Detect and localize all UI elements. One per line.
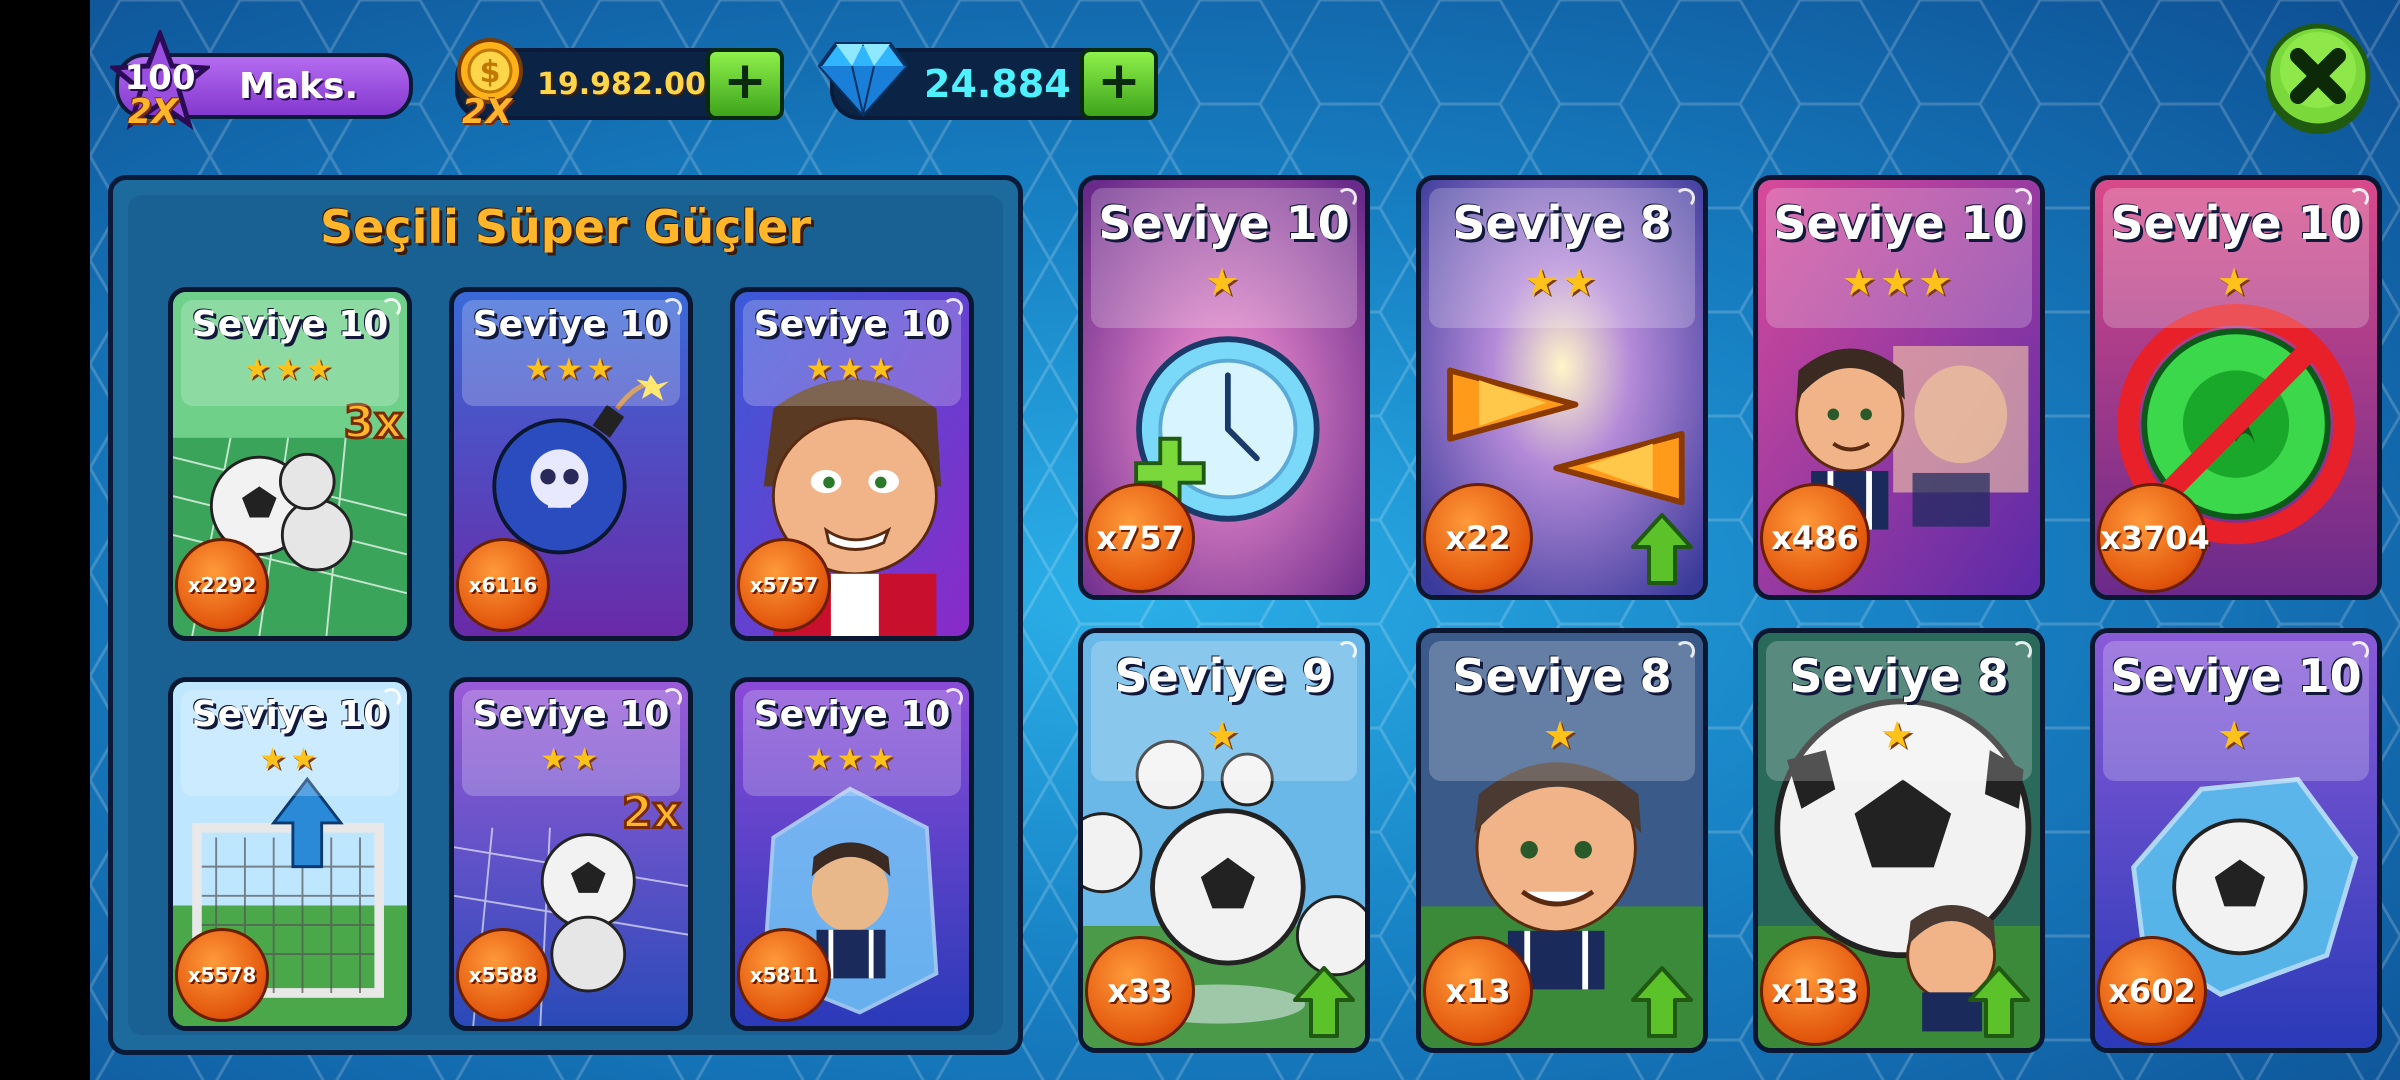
card-level: Seviye 8 [1452,649,1672,703]
coin-multiplier: 2X [462,92,512,132]
star-icon: ★ [2216,713,2256,757]
card-count-badge: x602 [2097,936,2207,1046]
selected-power-card[interactable]: Seviye 10 ★★★ x6116 [449,287,693,641]
card-count-badge: x133 [1760,936,1870,1046]
card-shine [1675,641,1695,661]
card-level: Seviye 10 [1773,196,2025,250]
upgrade-arrow-icon[interactable] [1968,966,2030,1038]
close-button[interactable] [2262,18,2374,138]
power-card[interactable]: Seviye 10 ★★★ x486 [1753,175,2045,600]
power-card[interactable]: Seviye 10 ★ x3704 [2090,175,2382,600]
add-coins-button[interactable]: + [706,48,784,120]
card-level: Seviye 9 [1114,649,1334,703]
star-icon: ★ [1204,260,1244,304]
selected-power-card[interactable]: Seviye 10 ★★ x5578 [168,677,412,1031]
card-count-badge: x5757 [737,538,831,632]
star-icon: ★★★ [805,742,899,777]
gem-balance: 24.884 [924,62,1071,106]
star-icon: ★ [2216,260,2256,304]
card-shine [2012,188,2032,208]
card-level: Seviye 10 [2110,196,2362,250]
star-icon: ★★★ [805,352,899,387]
add-gems-button[interactable]: + [1080,48,1158,120]
upgrade-arrow-icon[interactable] [1293,966,1355,1038]
card-count-badge: x486 [1760,483,1870,593]
card-level: Seviye 10 [1098,196,1350,250]
card-shine [2012,641,2032,661]
card-shine [1337,641,1357,661]
card-count-badge: x3704 [2097,483,2210,593]
power-card[interactable]: Seviye 8 ★ x13 [1416,628,1708,1053]
selected-power-card[interactable]: Seviye 10 ★★★ x5757 [730,287,974,641]
selected-power-card[interactable]: 2x Seviye 10 ★★ x5588 [449,677,693,1031]
plus-icon: + [723,51,767,111]
card-shine [662,298,682,318]
card-level: Seviye 10 [191,694,389,735]
card-shine [662,688,682,708]
selected-power-card[interactable]: 3x Seviye 10 ★★★ x2292 [168,287,412,641]
card-count-badge: x13 [1423,936,1533,1046]
star-icon: ★★ [259,742,321,777]
card-shine [2349,188,2369,208]
card-level: Seviye 10 [753,304,951,345]
power-card[interactable]: Seviye 8 ★★ x22 [1416,175,1708,600]
card-count-badge: x757 [1085,483,1195,593]
card-level: Seviye 8 [1789,649,2009,703]
power-card[interactable]: Seviye 10 ★ x757 [1078,175,1370,600]
card-count-badge: x5588 [456,928,550,1022]
star-icon: ★ [1204,713,1244,757]
plus-icon: + [1097,51,1141,111]
level-max-label: Maks. [239,65,359,107]
upgrade-arrow-icon[interactable] [1631,966,1693,1038]
selected-power-card[interactable]: Seviye 10 ★★★ x5811 [730,677,974,1031]
star-icon: ★★★ [243,352,337,387]
card-level: Seviye 10 [472,694,670,735]
gem-icon [818,42,908,117]
star-icon: ★★ [1523,260,1601,304]
card-shine [943,688,963,708]
star-icon: ★★★ [1841,260,1957,304]
coin-balance: 19.982.000 [537,66,727,102]
card-level: Seviye 10 [2110,649,2362,703]
card-count-badge: x5811 [737,928,831,1022]
star-icon: ★ [1542,713,1582,757]
card-shine [943,298,963,318]
svg-text:$: $ [480,55,501,90]
card-level: Seviye 10 [753,694,951,735]
card-shine [1337,188,1357,208]
upgrade-arrow-icon[interactable] [1631,513,1693,585]
star-icon: ★ [1879,713,1919,757]
star-icon: ★★ [540,742,602,777]
card-count-badge: x6116 [456,538,550,632]
card-shine [381,688,401,708]
card-shine [1675,188,1695,208]
card-level: Seviye 10 [191,304,389,345]
card-shine [381,298,401,318]
card-count-badge: x33 [1085,936,1195,1046]
card-level: Seviye 10 [472,304,670,345]
panel-title: Seçili Süper Güçler [319,200,812,254]
power-card[interactable]: Seviye 8 ★ x133 [1753,628,2045,1053]
star-icon: ★★★ [524,352,618,387]
card-count-badge: x2292 [175,538,269,632]
card-shine [2349,641,2369,661]
level-multiplier: 2X [128,92,178,132]
power-card[interactable]: Seviye 9 ★ x33 [1078,628,1370,1053]
card-count-badge: x5578 [175,928,269,1022]
power-card[interactable]: Seviye 10 ★ x602 [2090,628,2382,1053]
card-count-badge: x22 [1423,483,1533,593]
card-level: Seviye 8 [1452,196,1672,250]
